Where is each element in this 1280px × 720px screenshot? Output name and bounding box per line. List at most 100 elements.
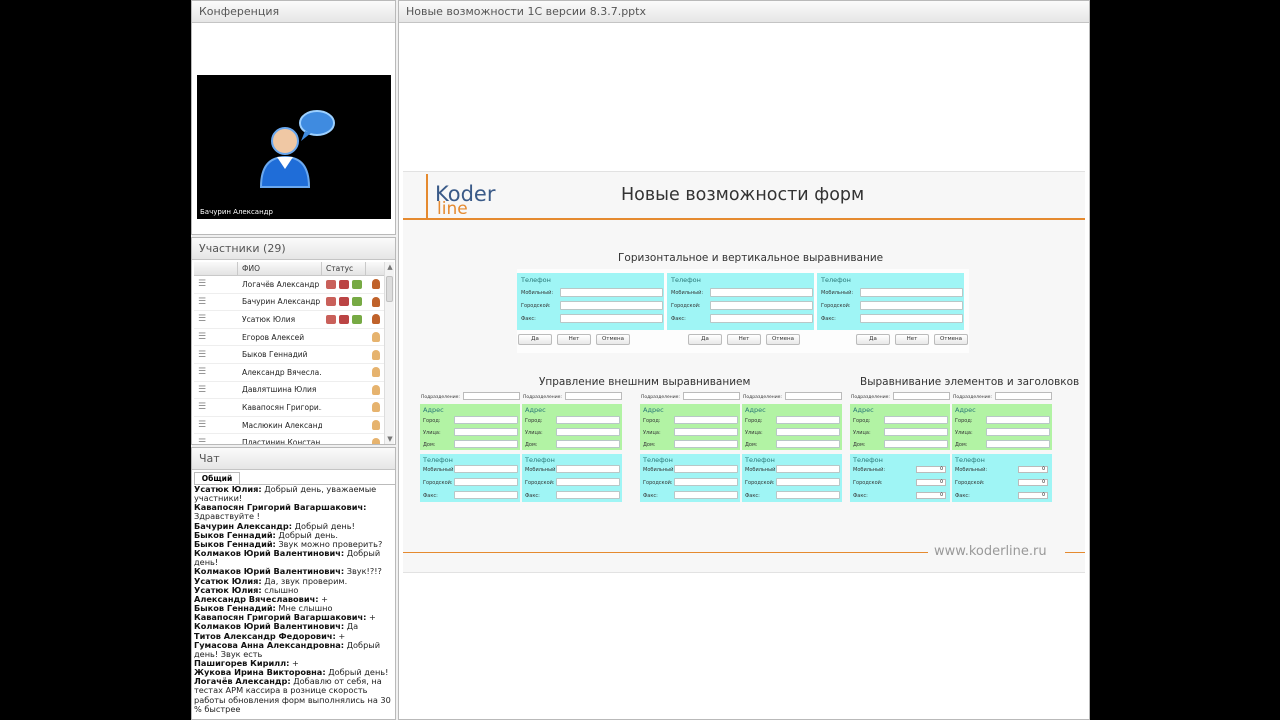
yes-button[interactable]: Да: [856, 334, 890, 345]
address-input[interactable]: [674, 416, 738, 424]
phone-input[interactable]: [674, 491, 738, 499]
participant-row[interactable]: ☰ Александр Вячесла...: [194, 364, 385, 382]
phone-input[interactable]: [674, 465, 738, 473]
row-menu-icon[interactable]: ☰: [194, 279, 238, 289]
division-input[interactable]: [565, 392, 622, 400]
participant-row[interactable]: ☰ Маслюкин Александр: [194, 417, 385, 435]
address-input[interactable]: [556, 416, 620, 424]
mic-status-icon[interactable]: [326, 314, 336, 324]
number-input[interactable]: 0: [1018, 479, 1048, 486]
col-name[interactable]: ФИО: [238, 262, 322, 275]
row-menu-icon[interactable]: ☰: [194, 367, 238, 377]
col-status[interactable]: Статус: [322, 262, 366, 275]
phone-input[interactable]: [710, 288, 813, 297]
division-input[interactable]: [893, 392, 950, 400]
screen-status-icon[interactable]: [352, 279, 362, 289]
yes-button[interactable]: Да: [518, 334, 552, 345]
scroll-up-icon[interactable]: ▲: [385, 262, 395, 272]
number-input[interactable]: 0: [1018, 466, 1048, 473]
division-input[interactable]: [463, 392, 520, 400]
scroll-down-icon[interactable]: ▼: [385, 434, 395, 444]
address-input[interactable]: [454, 428, 518, 436]
screen-status-icon[interactable]: [352, 314, 362, 324]
address-input[interactable]: [454, 440, 518, 448]
phone-input[interactable]: [556, 465, 620, 473]
phone-input[interactable]: [556, 478, 620, 486]
phone-input[interactable]: [776, 478, 840, 486]
phone-input[interactable]: [454, 465, 518, 473]
participant-row[interactable]: ☰ Пластинин Констан...: [194, 434, 385, 444]
video-view[interactable]: Бачурин Александр: [197, 75, 391, 219]
address-input[interactable]: [776, 440, 840, 448]
phone-input[interactable]: [560, 288, 663, 297]
cancel-button[interactable]: Отмена: [934, 334, 968, 345]
phone-input[interactable]: [860, 314, 963, 323]
division-input[interactable]: [995, 392, 1052, 400]
phone-input[interactable]: [860, 288, 963, 297]
phone-input[interactable]: [560, 314, 663, 323]
address-input[interactable]: [674, 428, 738, 436]
address-input[interactable]: [454, 416, 518, 424]
row-menu-icon[interactable]: ☰: [194, 314, 238, 324]
camera-status-icon[interactable]: [339, 297, 349, 307]
cancel-button[interactable]: Отмена: [766, 334, 800, 345]
no-button[interactable]: Нет: [895, 334, 929, 345]
address-group-label: Адрес: [643, 406, 664, 414]
phone-input[interactable]: [776, 491, 840, 499]
mic-status-icon[interactable]: [326, 297, 336, 307]
participant-row[interactable]: ☰ Давлятшина Юлия: [194, 382, 385, 400]
phone-group-label: Телефон: [423, 456, 453, 464]
number-input[interactable]: 0: [916, 479, 946, 486]
address-input[interactable]: [674, 440, 738, 448]
participant-row[interactable]: ☰ Бачурин Александр: [194, 294, 385, 312]
phone-input[interactable]: [454, 491, 518, 499]
address-input[interactable]: [884, 440, 948, 448]
phone-input[interactable]: [560, 301, 663, 310]
division-input[interactable]: [785, 392, 842, 400]
cancel-button[interactable]: Отмена: [596, 334, 630, 345]
number-input[interactable]: 0: [916, 466, 946, 473]
scroll-thumb[interactable]: [386, 276, 393, 302]
participant-row[interactable]: ☰ Кавапосян Григори...: [194, 399, 385, 417]
chat-tab-general[interactable]: Общий: [194, 472, 240, 484]
phone-input[interactable]: [674, 478, 738, 486]
address-input[interactable]: [884, 416, 948, 424]
participant-row[interactable]: ☰ Егоров Алексей: [194, 329, 385, 347]
address-input[interactable]: [776, 416, 840, 424]
address-input[interactable]: [556, 428, 620, 436]
number-input[interactable]: 0: [1018, 492, 1048, 499]
camera-status-icon[interactable]: [339, 279, 349, 289]
yes-button[interactable]: Да: [688, 334, 722, 345]
address-input[interactable]: [776, 428, 840, 436]
address-input[interactable]: [986, 440, 1050, 448]
participants-scrollbar[interactable]: ▲ ▼: [384, 262, 394, 444]
row-menu-icon[interactable]: ☰: [194, 420, 238, 430]
number-input[interactable]: 0: [916, 492, 946, 499]
phone-input[interactable]: [710, 301, 813, 310]
no-button[interactable]: Нет: [557, 334, 591, 345]
participant-row[interactable]: ☰ Быков Геннадий: [194, 346, 385, 364]
phone-input[interactable]: [454, 478, 518, 486]
camera-status-icon[interactable]: [339, 314, 349, 324]
participant-row[interactable]: ☰ Усатюк Юлия: [194, 311, 385, 329]
address-input[interactable]: [884, 428, 948, 436]
row-menu-icon[interactable]: ☰: [194, 385, 238, 395]
row-menu-icon[interactable]: ☰: [194, 402, 238, 412]
phone-input[interactable]: [710, 314, 813, 323]
address-input[interactable]: [986, 428, 1050, 436]
screen-status-icon[interactable]: [352, 297, 362, 307]
row-menu-icon[interactable]: ☰: [194, 438, 238, 444]
address-input[interactable]: [556, 440, 620, 448]
chat-panel: Чат Общий Усатюк Юлия: Добрый день, уваж…: [191, 447, 396, 720]
participant-row[interactable]: ☰ Логачёв Александр: [194, 276, 385, 294]
no-button[interactable]: Нет: [727, 334, 761, 345]
mic-status-icon[interactable]: [326, 279, 336, 289]
row-menu-icon[interactable]: ☰: [194, 297, 238, 307]
row-menu-icon[interactable]: ☰: [194, 332, 238, 342]
division-input[interactable]: [683, 392, 740, 400]
row-menu-icon[interactable]: ☰: [194, 350, 238, 360]
phone-input[interactable]: [776, 465, 840, 473]
address-input[interactable]: [986, 416, 1050, 424]
phone-input[interactable]: [860, 301, 963, 310]
phone-input[interactable]: [556, 491, 620, 499]
